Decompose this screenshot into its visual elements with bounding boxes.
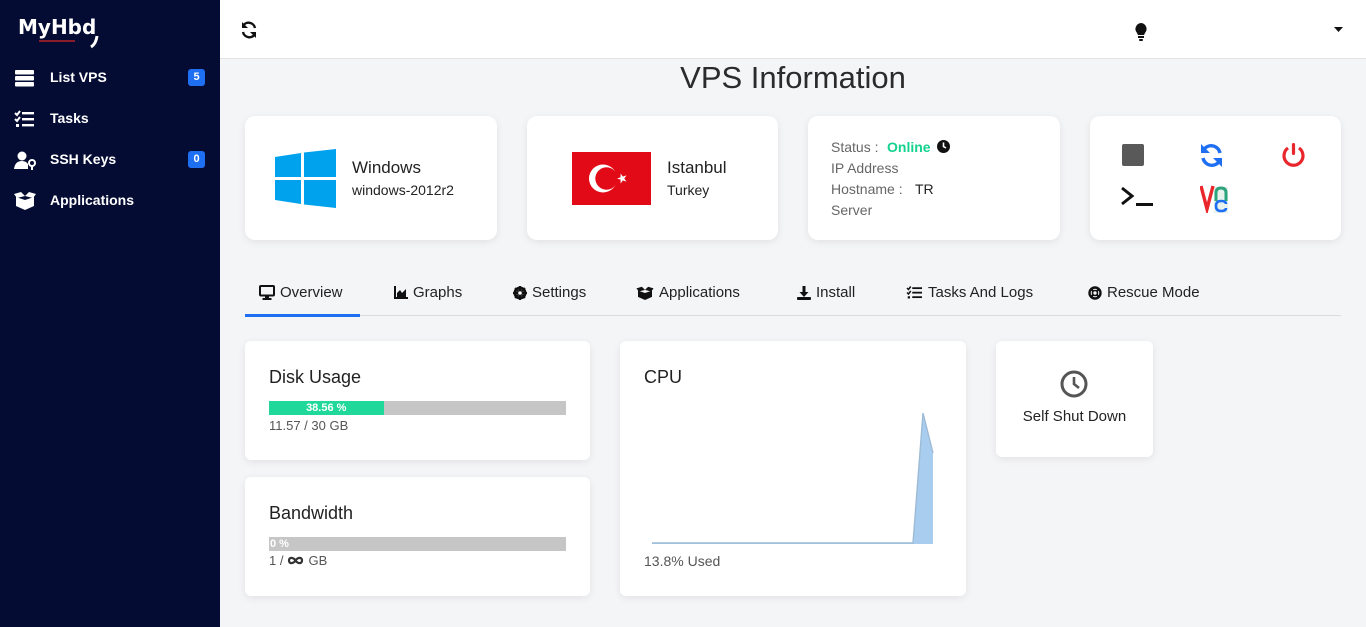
- tab-rescue-mode[interactable]: Rescue Mode: [1088, 284, 1200, 301]
- bandwidth-card: Bandwidth 0 % 1 / GB: [245, 477, 590, 596]
- bandwidth-progress-bar: 0 %: [269, 537, 566, 551]
- location-country: Turkey: [667, 182, 710, 198]
- tab-label: Graphs: [413, 284, 463, 301]
- bandwidth-progress-label: 0 %: [270, 538, 289, 550]
- tab-tasks-and-logs[interactable]: Tasks And Logs: [906, 284, 1033, 301]
- myhbd-logo[interactable]: MyHbd: [17, 10, 107, 52]
- stop-icon[interactable]: [1122, 144, 1144, 166]
- tasks-icon: [906, 286, 922, 299]
- actions-card: [1090, 116, 1341, 240]
- tab-label: Rescue Mode: [1107, 284, 1200, 301]
- refresh-icon[interactable]: [240, 21, 258, 39]
- cpu-used-text: 13.8% Used: [644, 553, 721, 569]
- top-bar: [220, 0, 1366, 59]
- turkey-flag: [572, 152, 651, 205]
- sidebar-item-ssh-keys[interactable]: SSH Keys 0: [0, 142, 220, 178]
- tab-label: Overview: [280, 284, 343, 301]
- life-ring-icon: [1088, 285, 1102, 300]
- clock-icon: [937, 140, 950, 153]
- server-info-card: Status : Online IP Address Hostname : TR…: [808, 116, 1060, 240]
- gear-icon: [513, 285, 527, 300]
- sidebar-item-list-vps[interactable]: List VPS 5: [0, 60, 220, 96]
- tab-graphs[interactable]: Graphs: [394, 284, 462, 301]
- caret-down-icon[interactable]: [1334, 27, 1343, 33]
- page-title: VPS Information: [680, 60, 906, 95]
- tab-label: Install: [816, 284, 856, 301]
- server-label: Server: [831, 202, 873, 218]
- bandwidth-usage: 1 / GB: [269, 553, 327, 568]
- ip-address-label: IP Address: [831, 160, 899, 176]
- user-key-icon: [14, 151, 36, 170]
- disk-usage-title: Disk Usage: [269, 367, 362, 387]
- windows-logo-icon: [275, 149, 336, 208]
- boxes-icon: [636, 286, 654, 300]
- cpu-title: CPU: [644, 367, 683, 387]
- console-icon[interactable]: [1120, 186, 1154, 208]
- os-version: windows-2012r2: [352, 182, 454, 198]
- cpu-usage-graph: [652, 412, 934, 544]
- status-label: Status :: [831, 139, 879, 155]
- tab-applications[interactable]: Applications: [636, 284, 740, 301]
- sidebar-item-label: SSH Keys: [50, 151, 117, 167]
- active-tab-indicator: [245, 314, 360, 317]
- disk-usage-card: Disk Usage 38.56 % 11.57 / 30 GB: [245, 341, 590, 460]
- tab-label: Applications: [659, 284, 740, 301]
- restart-icon[interactable]: [1199, 143, 1224, 168]
- vnc-icon[interactable]: [1200, 183, 1230, 213]
- power-icon[interactable]: [1281, 143, 1306, 168]
- bandwidth-title: Bandwidth: [269, 503, 354, 523]
- svg-text:MyHbd: MyHbd: [18, 15, 96, 39]
- ssh-count-badge: 0: [188, 151, 205, 168]
- disk-usage-text: 11.57 / 30 GB: [269, 418, 349, 433]
- sidebar-item-label: Tasks: [50, 110, 89, 126]
- sidebar-item-tasks[interactable]: Tasks: [0, 101, 220, 137]
- tab-install[interactable]: Install: [797, 284, 855, 301]
- tasks-icon: [14, 110, 34, 127]
- sidebar: MyHbd List VPS 5 Tasks SSH Keys 0 Applic…: [0, 0, 220, 627]
- tab-label: Settings: [532, 284, 587, 301]
- self-shutdown-label: Self Shut Down: [1022, 408, 1127, 425]
- tab-label: Tasks And Logs: [928, 284, 1034, 301]
- os-card: Windows windows-2012r2: [245, 116, 497, 240]
- os-name: Windows: [352, 158, 421, 177]
- location-city: Istanbul: [667, 158, 727, 177]
- bandwidth-unit: GB: [308, 553, 328, 568]
- lightbulb-icon[interactable]: [1134, 22, 1148, 41]
- sidebar-item-label: List VPS: [50, 69, 107, 85]
- vps-tabs: Overview Graphs Settings Applications In…: [245, 270, 1341, 317]
- disk-progress-fill: 38.56 %: [269, 401, 384, 415]
- server-icon: [15, 70, 34, 87]
- tab-overview[interactable]: Overview: [259, 284, 343, 301]
- hostname-value: TR: [915, 181, 934, 197]
- monitor-icon: [259, 285, 275, 300]
- status-badge: Online: [887, 139, 931, 155]
- cpu-card: CPU 13.8% Used: [620, 341, 966, 596]
- infinity-icon: [288, 556, 304, 565]
- tab-settings[interactable]: Settings: [513, 284, 586, 301]
- boxes-icon: [14, 192, 36, 210]
- download-icon: [797, 285, 811, 300]
- sidebar-item-applications[interactable]: Applications: [0, 183, 220, 219]
- sidebar-item-label: Applications: [50, 192, 135, 208]
- location-card: Istanbul Turkey: [527, 116, 778, 240]
- hostname-label: Hostname :: [831, 181, 903, 197]
- clock-icon: [1060, 370, 1088, 398]
- disk-progress-bar: 38.56 %: [269, 401, 566, 415]
- vps-count-badge: 5: [188, 69, 205, 86]
- bandwidth-used: 1 /: [269, 553, 284, 568]
- self-shutdown-button[interactable]: Self Shut Down: [996, 341, 1153, 457]
- area-chart-icon: [394, 286, 408, 299]
